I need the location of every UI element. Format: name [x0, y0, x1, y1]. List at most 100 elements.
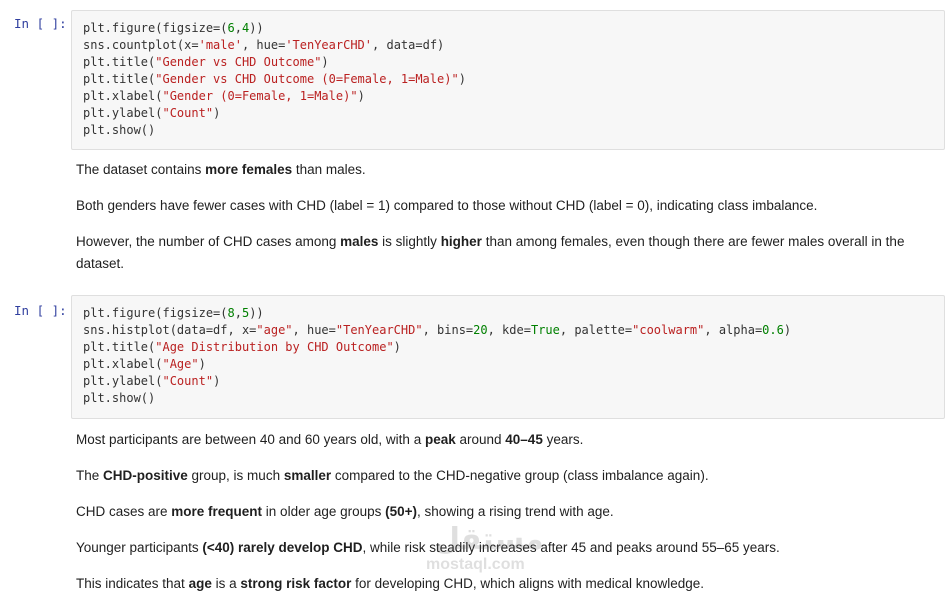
code-token: plt.title( — [83, 72, 156, 86]
code-line: plt.ylabel("Count") — [83, 105, 933, 122]
bold-text: smaller — [283, 468, 332, 483]
bold-text: more females — [205, 162, 293, 177]
code-token: , data=df) — [372, 38, 445, 52]
text-span: However, the number of CHD cases among — [76, 234, 341, 249]
code-token: plt.ylabel( — [83, 374, 163, 388]
text-span: Younger participants — [76, 540, 203, 555]
code-token: ) — [357, 89, 365, 103]
code-token: plt.xlabel( — [83, 89, 163, 103]
text-span: group, is much — [187, 468, 284, 483]
text-span: This indicates that — [76, 576, 189, 591]
code-line: plt.xlabel("Age") — [83, 356, 933, 373]
cell-prompt: In [ ]: — [14, 303, 67, 318]
text-span: Both genders have fewer cases with CHD (… — [76, 198, 818, 213]
code-token: 'TenYearCHD' — [285, 38, 373, 52]
code-token: plt.title( — [83, 340, 156, 354]
text-span: compared to the CHD-negative group (clas… — [331, 468, 709, 483]
code-token: "Gender vs CHD Outcome (0=Female, 1=Male… — [155, 72, 459, 86]
text-span: for developing CHD, which aligns with me… — [351, 576, 705, 591]
code-token: True — [530, 323, 560, 337]
code-token: , — [234, 306, 242, 320]
code-token: plt.show() — [83, 123, 156, 137]
text-span: years. — [542, 432, 584, 447]
code-line: plt.title("Age Distribution by CHD Outco… — [83, 339, 933, 356]
markdown-cell-1: The dataset contains more females than m… — [76, 159, 916, 289]
code-line: plt.ylabel("Count") — [83, 373, 933, 390]
bold-text: peak — [424, 432, 456, 447]
code-token: 8 — [227, 306, 235, 320]
code-token: , hue= — [241, 38, 286, 52]
markdown-paragraph: The dataset contains more females than m… — [76, 159, 916, 181]
code-line: plt.figure(figsize=(6,4)) — [83, 20, 933, 37]
code-line: plt.figure(figsize=(8,5)) — [83, 305, 933, 322]
markdown-paragraph: Both genders have fewer cases with CHD (… — [76, 195, 916, 217]
bold-text: strong risk factor — [240, 576, 352, 591]
code-line: plt.show() — [83, 390, 933, 407]
code-token: ) — [198, 357, 206, 371]
code-line: sns.countplot(x='male', hue='TenYearCHD'… — [83, 37, 933, 54]
text-span: , showing a rising trend with age. — [417, 504, 614, 519]
markdown-paragraph: This indicates that age is a strong risk… — [76, 573, 916, 595]
code-token: plt.title( — [83, 55, 156, 69]
code-token: , hue= — [292, 323, 336, 337]
markdown-cell-2: Most participants are between 40 and 60 … — [76, 429, 916, 609]
bold-text: more frequent — [171, 504, 263, 519]
code-line: plt.title("Gender vs CHD Outcome") — [83, 54, 933, 71]
markdown-paragraph: However, the number of CHD cases among m… — [76, 231, 916, 275]
code-token: 20 — [473, 323, 488, 337]
code-token: "age" — [256, 323, 293, 337]
code-token: ) — [213, 374, 221, 388]
code-input[interactable]: plt.figure(figsize=(6,4)) sns.countplot(x… — [71, 10, 945, 150]
bold-text: males — [340, 234, 379, 249]
text-span: around — [455, 432, 506, 447]
text-span: is slightly — [378, 234, 441, 249]
bold-text: age — [188, 576, 212, 591]
code-token: plt.ylabel( — [83, 106, 163, 120]
code-token: ) — [783, 323, 792, 337]
bold-text: CHD-positive — [103, 468, 188, 483]
bold-text: (50+) — [385, 504, 418, 519]
code-token: "Count" — [162, 374, 214, 388]
code-token: plt.xlabel( — [83, 357, 163, 371]
bold-text: 40–45 — [505, 432, 543, 447]
code-token: ) — [213, 106, 221, 120]
code-token: , palette= — [559, 323, 633, 337]
code-line: sns.histplot(data=df, x="age", hue="TenY… — [83, 322, 933, 339]
code-token: "TenYearCHD" — [335, 323, 423, 337]
text-span: CHD cases are — [76, 504, 172, 519]
code-token: ) — [321, 55, 329, 69]
code-token: plt.figure(figsize=( — [83, 306, 228, 320]
code-token: , alpha= — [704, 323, 763, 337]
code-token: plt.show() — [83, 391, 156, 405]
code-token: "Age" — [162, 357, 199, 371]
cell-prompt: In [ ]: — [14, 16, 67, 31]
code-cell-2[interactable]: In [ ]: plt.figure(figsize=(8,5)) sns.his… — [0, 295, 949, 421]
text-span: than males. — [292, 162, 366, 177]
code-line: plt.show() — [83, 122, 933, 139]
code-token: "Age Distribution by CHD Outcome" — [155, 340, 394, 354]
code-token: 6 — [227, 21, 235, 35]
code-token: "coolwarm" — [632, 323, 705, 337]
code-token: "Gender vs CHD Outcome" — [155, 55, 322, 69]
markdown-paragraph: CHD cases are more frequent in older age… — [76, 501, 916, 523]
markdown-paragraph: Younger participants (<40) rarely develo… — [76, 537, 916, 559]
code-token: )) — [249, 21, 264, 35]
code-token: sns.histplot(data=df, x= — [83, 323, 257, 337]
text-span: , while risk steadily increases after 45… — [362, 540, 780, 555]
code-line: plt.xlabel("Gender (0=Female, 1=Male)") — [83, 88, 933, 105]
code-input[interactable]: plt.figure(figsize=(8,5)) sns.histplot(da… — [71, 295, 945, 419]
code-token: , — [234, 21, 242, 35]
code-token: , kde= — [487, 323, 531, 337]
code-token: 'male' — [198, 38, 242, 52]
markdown-paragraph: The CHD-positive group, is much smaller … — [76, 465, 916, 487]
code-token: ) — [393, 340, 401, 354]
code-cell-1[interactable]: In [ ]: plt.figure(figsize=(6,4)) sns.cou… — [0, 8, 949, 152]
bold-text: higher — [440, 234, 482, 249]
text-span: in older age groups — [262, 504, 386, 519]
code-token: ) — [458, 72, 466, 86]
code-token: sns.countplot(x= — [83, 38, 199, 52]
text-span: Most participants are between 40 and 60 … — [76, 432, 425, 447]
code-token: "Count" — [162, 106, 214, 120]
bold-text: (<40) rarely develop CHD — [202, 540, 363, 555]
code-line: plt.title("Gender vs CHD Outcome (0=Fema… — [83, 71, 933, 88]
